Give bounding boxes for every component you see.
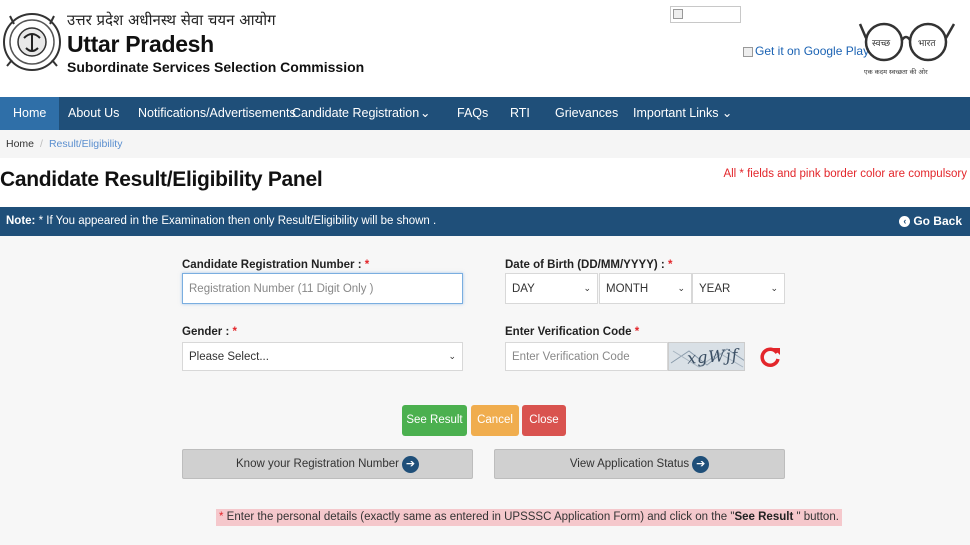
close-button[interactable]: Close <box>522 405 566 436</box>
page-title: Candidate Result/Eligibility Panel <box>0 168 323 191</box>
site-header: उत्तर प्रदेश अधीनस्थ सेवा चयन आयोग Uttar… <box>0 0 970 97</box>
nav-grievances[interactable]: Grievances <box>555 97 618 130</box>
dob-month-select[interactable]: MONTH ⌄ <box>599 273 692 304</box>
form-panel <box>0 236 970 545</box>
breadcrumb: Home / Result/Eligibility <box>0 130 970 158</box>
view-application-status-button[interactable]: View Application Status ➔ <box>494 449 785 479</box>
org-title: Uttar Pradesh <box>67 31 214 57</box>
broken-image-placeholder <box>670 6 741 23</box>
nav-about-us[interactable]: About Us <box>68 97 119 130</box>
org-subtitle: Subordinate Services Selection Commissio… <box>67 59 365 75</box>
view-status-label: View Application Status <box>569 458 690 470</box>
note-bar: Note: * If You appeared in the Examinati… <box>0 207 970 236</box>
chevron-left-icon: ‹ <box>899 216 911 227</box>
breadcrumb-separator: / <box>40 138 43 150</box>
nav-rti[interactable]: RTI <box>510 97 530 130</box>
swachh-tagline: एक कदम स्वच्छता की ओर <box>864 68 928 76</box>
chevron-down-icon: ⌄ <box>583 282 591 293</box>
know-registration-number-button[interactable]: Know your Registration Number ➔ <box>182 449 473 479</box>
chevron-down-icon: ⌄ <box>677 282 685 293</box>
upsssc-emblem-logo <box>3 13 61 71</box>
registration-number-input[interactable]: Registration Number (11 Digit Only ) <box>182 273 463 304</box>
gender-select[interactable]: Please Select... ⌄ <box>182 342 463 371</box>
swachh-right-text: भारत <box>918 39 936 49</box>
google-play-link[interactable]: Get it on Google Play <box>743 44 869 58</box>
nav-faqs[interactable]: FAQs <box>457 97 488 130</box>
dob-day-select[interactable]: DAY ⌄ <box>505 273 598 304</box>
main-navbar: Home About Us Notifications/Advertisemen… <box>0 97 970 130</box>
breadcrumb-home[interactable]: Home <box>6 138 34 150</box>
nav-home[interactable]: Home <box>0 97 60 130</box>
go-back-button[interactable]: ‹ Go Back <box>899 207 962 236</box>
nav-important-links[interactable]: Important Links ⌄ <box>633 97 732 130</box>
know-registration-label: Know your Registration Number <box>236 458 399 470</box>
dob-year-select[interactable]: YEAR ⌄ <box>692 273 785 304</box>
gender-label: Gender : * <box>182 326 237 338</box>
refresh-captcha-icon[interactable] <box>759 345 781 369</box>
captcha-image: xgWjf <box>668 342 745 371</box>
nav-candidate-registration[interactable]: Candidate Registration <box>292 97 419 130</box>
captcha-label: Enter Verification Code * <box>505 326 640 338</box>
note-text: * If You appeared in the Examination the… <box>35 215 437 227</box>
captcha-text: xgWjf <box>686 345 740 368</box>
compulsory-note: All * fields and pink border color are c… <box>723 168 967 180</box>
arrow-right-circle-icon: ➔ <box>692 455 710 473</box>
broken-image-icon <box>673 9 683 19</box>
breadcrumb-current: Result/Eligibility <box>48 138 123 150</box>
instruction-note: * Enter the personal details (exactly sa… <box>216 509 842 526</box>
cancel-button[interactable]: Cancel <box>471 405 519 436</box>
nav-notifications[interactable]: Notifications/Advertisements <box>138 97 296 130</box>
go-back-label: Go Back <box>913 214 962 228</box>
dob-label: Date of Birth (DD/MM/YYYY) : * <box>505 259 673 271</box>
see-result-button[interactable]: See Result <box>402 405 467 436</box>
org-hindi-title: उत्तर प्रदेश अधीनस्थ सेवा चयन आयोग <box>67 11 276 29</box>
note-label: Note: <box>6 215 36 227</box>
captcha-input[interactable]: Enter Verification Code <box>505 342 668 371</box>
google-play-label: Get it on Google Play <box>755 44 870 58</box>
arrow-right-circle-icon: ➔ <box>402 455 419 473</box>
chevron-down-icon[interactable]: ⌄ <box>420 97 430 130</box>
registration-number-label: Candidate Registration Number : * <box>182 259 370 271</box>
chevron-down-icon: ⌄ <box>770 282 778 293</box>
broken-image-icon <box>743 46 753 57</box>
swachh-bharat-logo: स्वच्छ भारत एक कदम स्वच्छता की ओर <box>858 22 956 76</box>
chevron-down-icon: ⌄ <box>448 350 456 361</box>
swachh-left-text: स्वच्छ <box>872 39 891 49</box>
